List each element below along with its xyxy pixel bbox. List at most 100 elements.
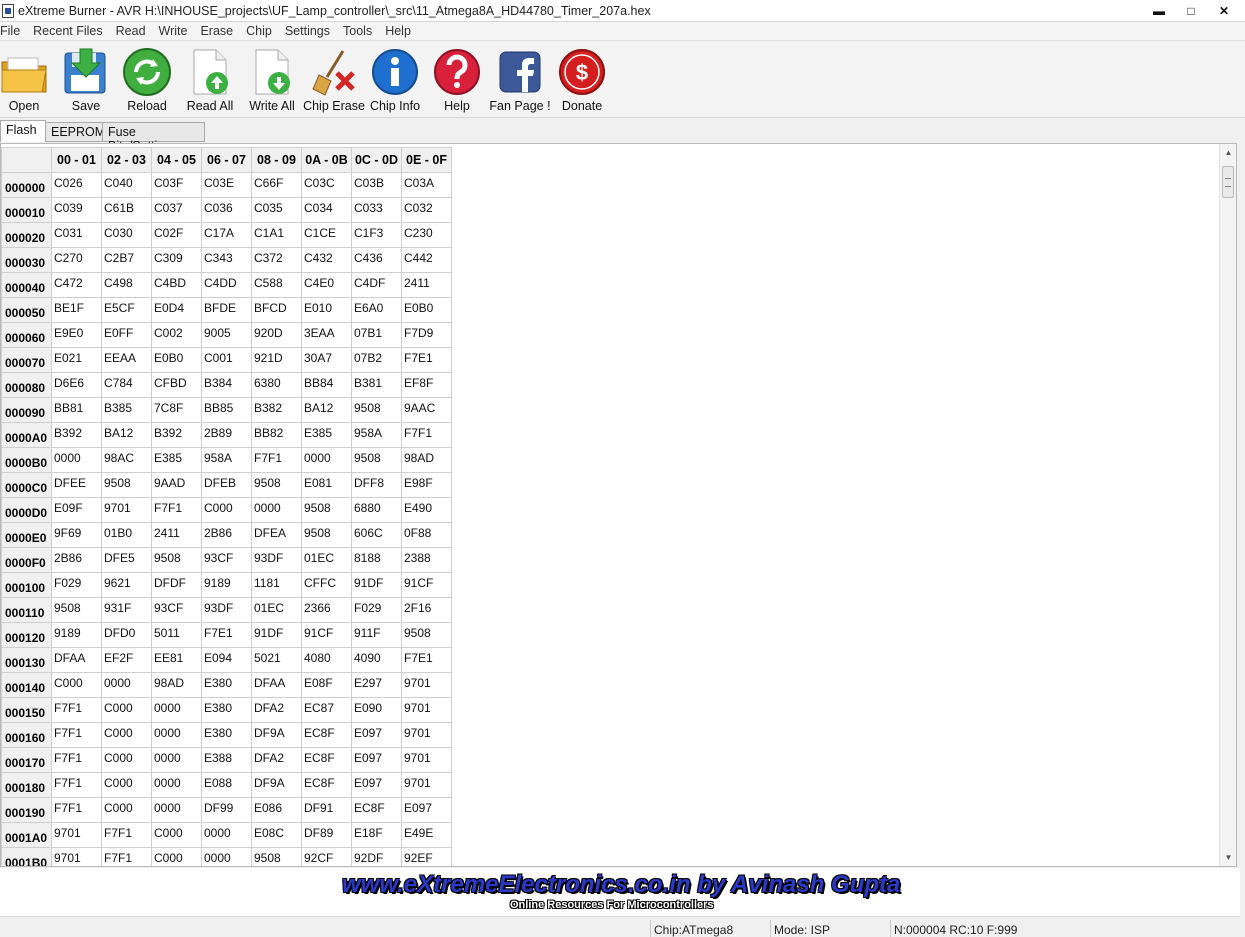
hex-cell[interactable]: E5CF [101, 297, 152, 323]
hex-cell[interactable]: 92DF [351, 847, 402, 866]
hex-cell[interactable]: 911F [351, 622, 402, 648]
hex-cell[interactable]: C03B [351, 172, 402, 198]
maximize-button[interactable]: □ [1177, 2, 1205, 19]
hex-cell[interactable]: C472 [51, 272, 102, 298]
save-button[interactable]: Save [62, 46, 110, 116]
hex-cell[interactable]: E097 [401, 797, 452, 823]
hex-cell[interactable]: C498 [101, 272, 152, 298]
hex-cell[interactable]: 9701 [401, 772, 452, 798]
hex-cell[interactable]: EC8F [301, 722, 352, 748]
chip-info-button[interactable]: Chip Info [370, 46, 420, 116]
hex-cell[interactable]: E380 [201, 672, 252, 698]
hex-cell[interactable]: DF9A [251, 722, 302, 748]
hex-cell[interactable]: DFEE [51, 472, 102, 498]
hex-cell[interactable]: 93CF [201, 547, 252, 573]
hex-cell[interactable]: 6880 [351, 497, 402, 523]
hex-cell[interactable]: C66F [251, 172, 302, 198]
tab-fuse-bits[interactable]: Fuse Bits/Settings [102, 122, 205, 153]
hex-cell[interactable]: 9189 [51, 622, 102, 648]
hex-cell[interactable]: E18F [351, 822, 402, 848]
hex-cell[interactable]: 9701 [401, 722, 452, 748]
hex-cell[interactable]: 606C [351, 522, 402, 548]
hex-cell[interactable]: C343 [201, 247, 252, 273]
hex-cell[interactable]: C034 [301, 197, 352, 223]
hex-cell[interactable]: C1A1 [251, 222, 302, 248]
site-link[interactable]: www.eXtremeElectronics.co.in by Avinash … [342, 871, 900, 899]
hex-cell[interactable]: 0F88 [401, 522, 452, 548]
open-button[interactable]: Open [0, 46, 48, 116]
hex-cell[interactable]: 0000 [151, 722, 202, 748]
hex-cell[interactable]: DF99 [201, 797, 252, 823]
hex-cell[interactable]: E081 [301, 472, 352, 498]
menu-erase[interactable]: Erase [200, 24, 239, 38]
hex-cell[interactable]: E380 [201, 697, 252, 723]
hex-cell[interactable]: C000 [101, 772, 152, 798]
hex-cell[interactable]: C03F [151, 172, 202, 198]
hex-cell[interactable]: C001 [201, 347, 252, 373]
hex-cell[interactable]: BA12 [301, 397, 352, 423]
hex-cell[interactable]: 2411 [151, 522, 202, 548]
hex-cell[interactable]: 7C8F [151, 397, 202, 423]
hex-cell[interactable]: DFEB [201, 472, 252, 498]
hex-cell[interactable]: C032 [401, 197, 452, 223]
hex-cell[interactable]: 9508 [401, 622, 452, 648]
hex-cell[interactable]: F7F1 [101, 847, 152, 866]
menu-chip[interactable]: Chip [246, 24, 278, 38]
hex-cell[interactable]: E088 [201, 772, 252, 798]
hex-cell[interactable]: 4080 [301, 647, 352, 673]
hex-cell[interactable]: 07B2 [351, 347, 402, 373]
hex-cell[interactable]: E090 [351, 697, 402, 723]
scroll-down-icon[interactable]: ▼ [1220, 849, 1236, 866]
hex-cell[interactable]: C1CE [301, 222, 352, 248]
donate-button[interactable]: $ Donate [558, 46, 606, 116]
hex-cell[interactable]: E097 [351, 747, 402, 773]
hex-cell[interactable]: B381 [351, 372, 402, 398]
hex-cell[interactable]: 0000 [201, 847, 252, 866]
help-button[interactable]: Help [433, 46, 481, 116]
hex-cell[interactable]: BFDE [201, 297, 252, 323]
hex-cell[interactable]: F7E1 [201, 622, 252, 648]
scroll-up-icon[interactable]: ▲ [1220, 144, 1236, 161]
hex-cell[interactable]: C030 [101, 222, 152, 248]
hex-cell[interactable]: C2B7 [101, 247, 152, 273]
hex-cell[interactable]: BB82 [251, 422, 302, 448]
hex-cell[interactable]: 91CF [301, 622, 352, 648]
hex-cell[interactable]: 2366 [301, 597, 352, 623]
hex-cell[interactable]: C033 [351, 197, 402, 223]
hex-cell[interactable]: 0000 [251, 497, 302, 523]
hex-cell[interactable]: C036 [201, 197, 252, 223]
hex-cell[interactable]: F7D9 [401, 322, 452, 348]
tab-eeprom[interactable]: EEPROM [45, 122, 105, 142]
hex-cell[interactable]: 9508 [51, 597, 102, 623]
hex-cell[interactable]: F7F1 [251, 447, 302, 473]
hex-cell[interactable]: E010 [301, 297, 352, 323]
menu-read[interactable]: Read [116, 24, 152, 38]
hex-cell[interactable]: 9508 [251, 472, 302, 498]
hex-cell[interactable]: B384 [201, 372, 252, 398]
hex-cell[interactable]: EF2F [101, 647, 152, 673]
hex-cell[interactable]: E0D4 [151, 297, 202, 323]
hex-cell[interactable]: E385 [151, 447, 202, 473]
write-all-button[interactable]: Write All [248, 46, 296, 116]
hex-cell[interactable]: 93DF [251, 547, 302, 573]
hex-cell[interactable]: C035 [251, 197, 302, 223]
hex-cell[interactable]: 98AC [101, 447, 152, 473]
hex-cell[interactable]: 5011 [151, 622, 202, 648]
hex-cell[interactable]: C372 [251, 247, 302, 273]
hex-cell[interactable]: 92EF [401, 847, 452, 866]
hex-cell[interactable]: DFD0 [101, 622, 152, 648]
hex-cell[interactable]: 92CF [301, 847, 352, 866]
hex-cell[interactable]: 9701 [51, 847, 102, 866]
hex-cell[interactable]: E0B0 [401, 297, 452, 323]
hex-cell[interactable]: 9508 [251, 847, 302, 866]
menu-write[interactable]: Write [159, 24, 194, 38]
hex-cell[interactable]: F7F1 [101, 822, 152, 848]
hex-cell[interactable]: E08C [251, 822, 302, 848]
hex-cell[interactable]: 9508 [351, 447, 402, 473]
hex-cell[interactable]: E297 [351, 672, 402, 698]
menu-tools[interactable]: Tools [343, 24, 378, 38]
hex-cell[interactable]: 01EC [301, 547, 352, 573]
hex-cell[interactable]: 9508 [301, 522, 352, 548]
hex-cell[interactable]: F029 [351, 597, 402, 623]
hex-cell[interactable]: EF8F [401, 372, 452, 398]
